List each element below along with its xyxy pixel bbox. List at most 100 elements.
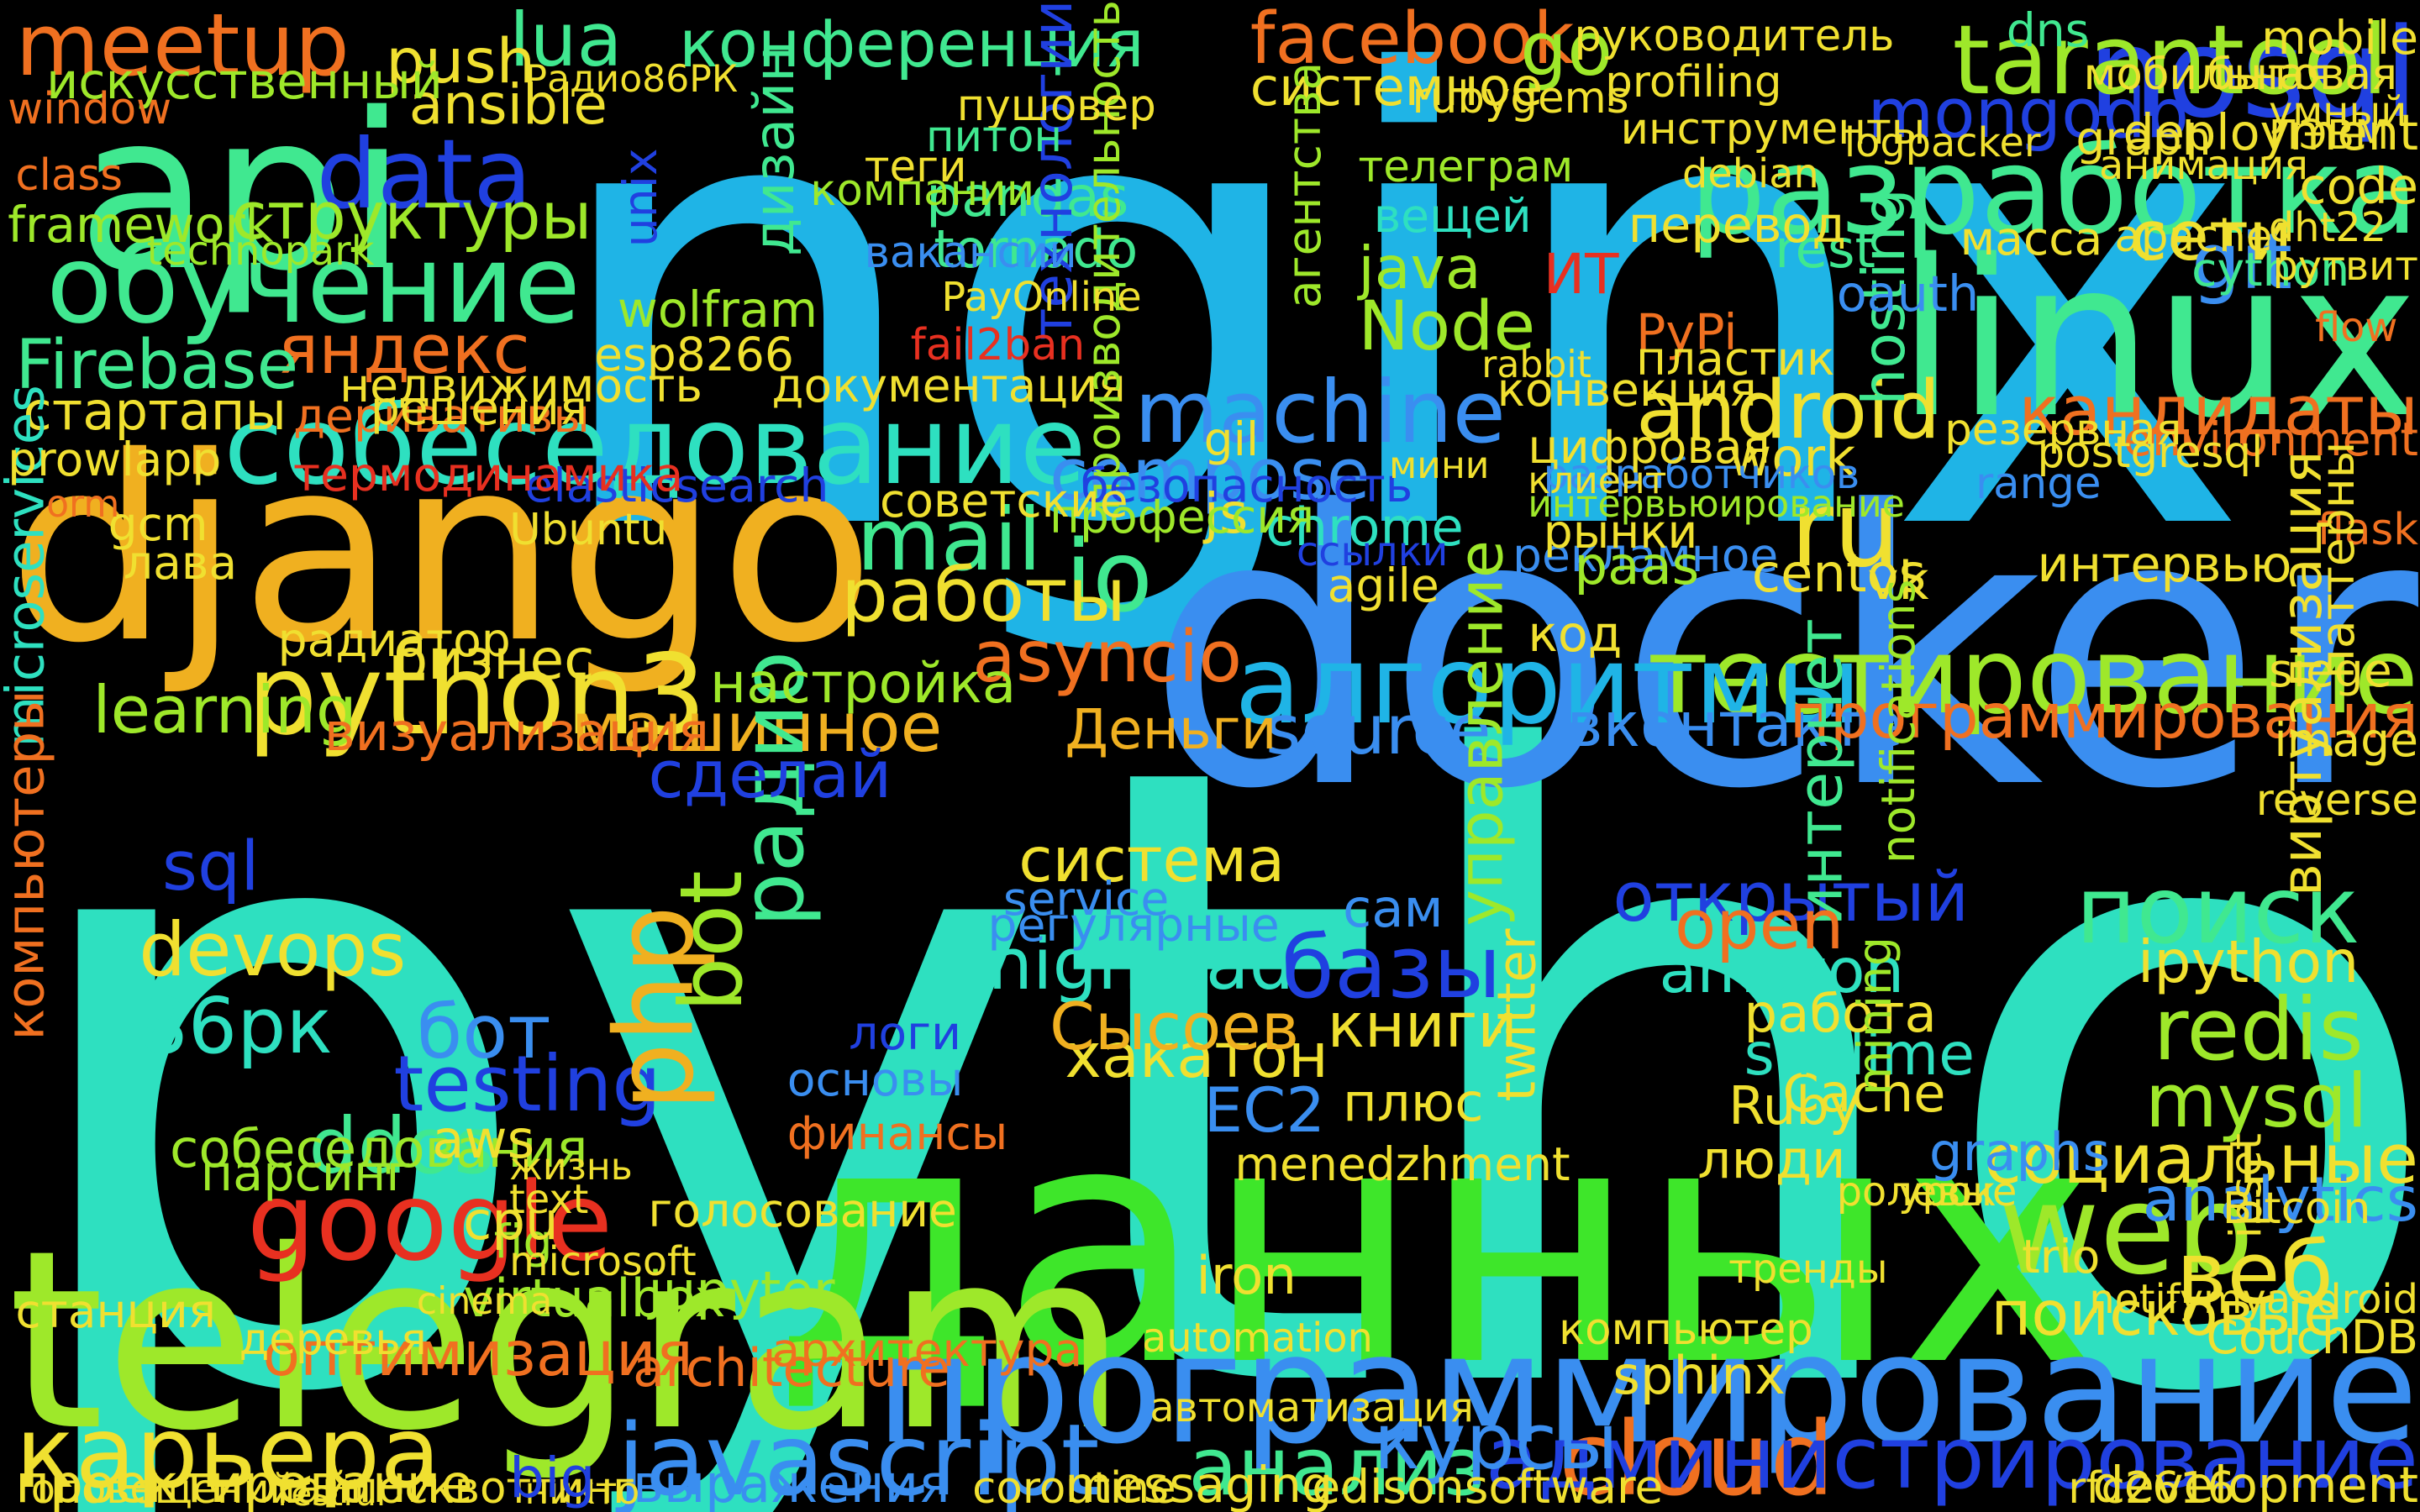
cloud-word: радиатор — [277, 612, 511, 667]
cloud-word: плюс — [1342, 1072, 1484, 1134]
cloud-word: регулярные — [987, 898, 1280, 953]
cloud-word: ipython — [2137, 928, 2360, 997]
cloud-word: мини — [1389, 444, 1490, 487]
cloud-word: вещей — [1373, 188, 1532, 243]
cloud-word: Ubuntu — [509, 505, 668, 556]
cloud-word: ПЭВМ — [2269, 112, 2390, 159]
cloud-word: dns — [2006, 3, 2090, 58]
cloud-word: apache — [2114, 212, 2273, 263]
cloud-word: technopark — [146, 228, 375, 275]
cloud-word: ИТ — [1543, 241, 1619, 307]
cloud-word: интервью — [2037, 534, 2292, 593]
cloud-word: телеграм — [1358, 142, 1574, 193]
cloud-word: notifications — [1870, 580, 1925, 864]
cloud-word: управление — [1445, 539, 1518, 927]
cloud-word: перевод — [1628, 195, 1847, 254]
cloud-word: orm — [46, 482, 120, 526]
cloud-word: масса — [1960, 212, 2103, 266]
cloud-word: дизайн — [741, 45, 807, 256]
cloud-word: компании — [810, 165, 1035, 217]
cloud-word: twitter — [1486, 928, 1548, 1102]
cloud-word: 86рк — [139, 980, 333, 1071]
cloud-word: станция — [15, 1284, 216, 1338]
cloud-word: logpacker — [1844, 119, 2041, 166]
cloud-word: learning — [92, 673, 357, 749]
cloud-word: class — [15, 150, 123, 201]
cloud-word: image — [2274, 713, 2418, 768]
cloud-word: agile — [1327, 559, 1439, 613]
cloud-word: unix — [613, 148, 667, 247]
cloud-word: gcm — [108, 496, 208, 551]
cloud-word: вакансии — [864, 227, 1077, 278]
cloud-word: coroutine — [972, 1462, 1176, 1512]
cloud-word: flow — [2315, 305, 2398, 352]
cloud-word: debian — [1682, 150, 1819, 197]
cloud-word: sphinx — [1612, 1345, 1786, 1407]
cloud-word: iron — [1196, 1244, 1297, 1306]
cloud-word: prowlapp — [8, 432, 222, 486]
cloud-word: настройка — [709, 650, 1017, 716]
cloud-word: fail2ban — [910, 319, 1086, 370]
cloud-word: menedzhment — [1234, 1137, 1570, 1192]
cloud-word: trio — [2022, 1230, 2101, 1284]
cloud-word: rubygems — [1412, 72, 1629, 123]
cloud-word: автоматизация — [1150, 1385, 1474, 1432]
cloud-word: ролевые — [1836, 1168, 2018, 1215]
cloud-word: производительность — [1076, 0, 1130, 512]
cloud-word: Деньги — [1065, 696, 1277, 762]
cloud-word: компьютеры — [0, 690, 56, 1040]
cloud-word: Сысоев — [1049, 989, 1300, 1065]
cloud-word: edisonsoftware — [1312, 1459, 1664, 1512]
cloud-word: esp8266 — [594, 327, 794, 381]
cloud-word: java — [1358, 234, 1481, 302]
cloud-word: паттерны — [2311, 441, 2365, 680]
cloud-word: big — [509, 1445, 596, 1510]
cloud-word: EC2 — [1203, 1074, 1326, 1147]
cloud-word: стартапы — [23, 381, 287, 443]
cloud-word: microsoft — [509, 1238, 697, 1285]
cloud-word: тренды — [1728, 1246, 1888, 1293]
cloud-word: ipset — [2221, 1133, 2272, 1239]
cloud-word: люди — [1697, 1129, 1846, 1190]
cloud-word: reverse — [2255, 774, 2418, 826]
cloud-word: парсинг — [200, 1144, 413, 1203]
cloud-word: sql — [161, 827, 260, 906]
cloud-word: основы — [786, 1053, 964, 1107]
cloud-word: devops — [139, 906, 407, 994]
cloud-word: оповещений — [30, 1467, 296, 1512]
cloud-word: mining — [1848, 936, 1902, 1096]
cloud-word: restful — [277, 1473, 387, 1512]
cloud-word: термодинамика — [292, 448, 684, 502]
cloud-word: руководитель — [1574, 11, 1895, 62]
cloud-word: notifymyandroid — [2089, 1277, 2418, 1324]
cloud-word: open — [1674, 885, 1844, 965]
cloud-word: profiling — [1605, 57, 1782, 108]
cloud-word: rfc2616 — [2068, 1462, 2235, 1512]
word-cloud: pythonnginxdockerданныхdjangotelegramпро… — [0, 0, 2420, 1512]
cloud-word: агентства — [1276, 62, 1331, 309]
cloud-word: решения — [370, 381, 587, 436]
cloud-word: код — [1528, 604, 1623, 663]
cloud-word: жизнь — [509, 1146, 633, 1189]
cloud-word: сделай — [648, 738, 892, 814]
cloud-word: клиент — [1528, 459, 1667, 503]
cloud-word: логи — [849, 1006, 961, 1061]
cloud-word: рутвит — [2272, 243, 2418, 290]
cloud-word: cinema — [416, 1280, 553, 1324]
cloud-word: window — [8, 83, 172, 134]
cloud-word: голосование — [648, 1184, 957, 1238]
cloud-word: automation — [1142, 1315, 1373, 1362]
cloud-word: работа — [1744, 982, 1937, 1044]
cloud-word: сам — [1342, 877, 1444, 939]
cloud-word: выражения — [633, 1452, 950, 1512]
cloud-word: Радио86РК — [524, 58, 739, 102]
cloud-word: Ruby — [1728, 1074, 1860, 1137]
cloud-word: oauth — [1836, 265, 1980, 323]
cloud-word: gil — [1203, 412, 1260, 466]
cloud-word: dht22 — [2269, 204, 2387, 251]
cloud-word: компьютер — [1559, 1304, 1813, 1355]
cloud-word: range — [1975, 459, 2102, 510]
cloud-word: rabbit — [1481, 344, 1591, 387]
cloud-word: интернет — [1785, 617, 1857, 927]
cloud-word: советские — [879, 474, 1128, 528]
